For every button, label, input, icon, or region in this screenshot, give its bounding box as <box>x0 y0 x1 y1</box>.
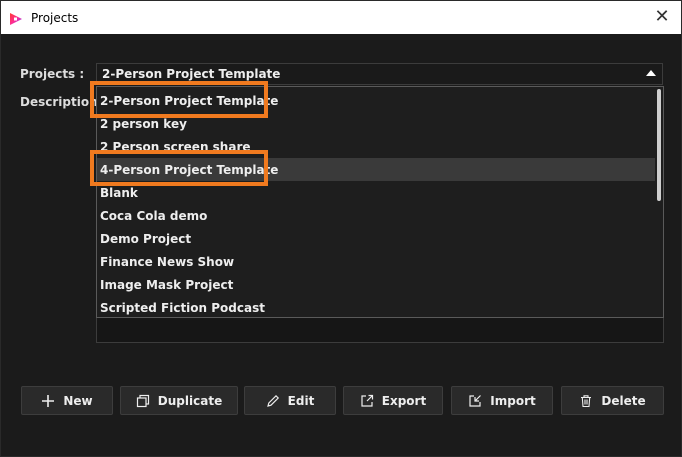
export-icon <box>360 394 374 408</box>
new-button-label: New <box>63 393 93 408</box>
dropdown-item[interactable]: Scripted Fiction Podcast <box>97 296 655 319</box>
duplicate-icon <box>136 394 150 408</box>
projects-dropdown-list[interactable]: 2-Person Project Template 2 person key 2… <box>96 86 664 318</box>
duplicate-button-label: Duplicate <box>157 393 223 408</box>
plus-icon <box>41 394 55 408</box>
highlight-box-first-item <box>90 81 268 118</box>
delete-button-label: Delete <box>601 393 646 408</box>
pencil-icon <box>266 394 280 408</box>
edit-button[interactable]: Edit <box>244 386 336 415</box>
title-bar: Projects ✕ <box>1 1 681 34</box>
window-title: Projects <box>31 10 79 25</box>
dropdown-scrollbar[interactable] <box>657 89 661 201</box>
highlight-box-fourth-item <box>90 150 268 186</box>
export-button[interactable]: Export <box>343 386 443 415</box>
import-button[interactable]: Import <box>451 386 553 415</box>
chevron-up-icon[interactable] <box>646 70 656 76</box>
dropdown-item[interactable]: Demo Project <box>97 227 655 250</box>
dropdown-item[interactable]: Image Mask Project <box>97 273 655 296</box>
app-logo-icon <box>9 11 23 25</box>
duplicate-button[interactable]: Duplicate <box>120 386 238 415</box>
close-icon[interactable]: ✕ <box>653 6 671 27</box>
combobox-value: 2-Person Project Template <box>102 67 281 81</box>
edit-button-label: Edit <box>287 393 315 408</box>
trash-icon <box>579 394 593 408</box>
import-icon <box>468 394 482 408</box>
dropdown-item[interactable]: Coca Cola demo <box>97 204 655 227</box>
delete-button[interactable]: Delete <box>561 386 664 415</box>
projects-label: Projects : <box>20 67 85 81</box>
new-button[interactable]: New <box>21 386 113 415</box>
dropdown-item[interactable]: Finance News Show <box>97 250 655 273</box>
import-button-label: Import <box>490 393 536 408</box>
projects-window: Projects ✕ Projects : Description 2-Pers… <box>0 0 682 457</box>
export-button-label: Export <box>381 393 427 408</box>
description-label: Description <box>20 95 98 109</box>
